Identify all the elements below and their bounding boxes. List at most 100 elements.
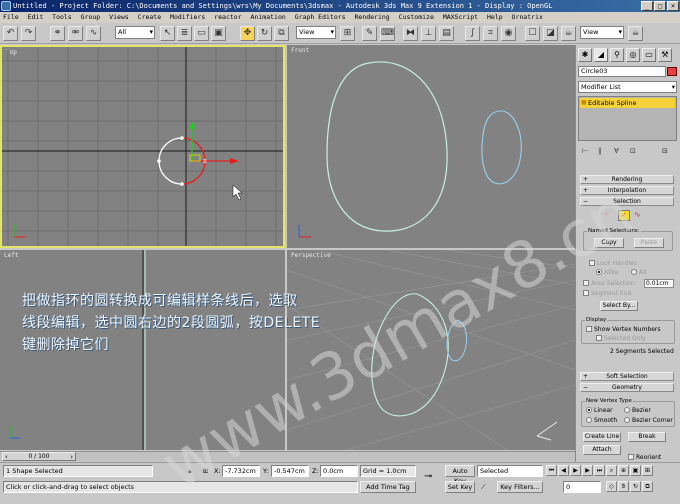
viewport-top[interactable]: Top [0, 45, 285, 248]
render-frame-icon[interactable]: ◪ [543, 26, 558, 41]
alike-radio[interactable]: Alike [596, 269, 618, 276]
reorient-checkbox[interactable]: Reorient [628, 454, 661, 461]
time-slider[interactable]: ‹ 0 / 100 › [0, 451, 575, 461]
motion-tab-icon[interactable]: ◎ [626, 48, 640, 62]
key-icon[interactable]: ⊸ [424, 471, 432, 483]
next-frame-icon[interactable]: › [70, 453, 73, 462]
render-type-dropdown[interactable]: View [580, 26, 624, 39]
absolute-mode-icon[interactable]: ⊞ [203, 465, 208, 477]
mirror-icon[interactable]: ⧓ [403, 26, 418, 41]
create-line-button[interactable]: Create Line [583, 432, 621, 442]
stack-item-editable-spline[interactable]: Editable Spline [580, 98, 675, 108]
object-name-field[interactable]: Circle03 [578, 66, 666, 77]
selected-only-checkbox[interactable]: Selected Only [596, 335, 646, 342]
menu-ornatrix[interactable]: Ornatrix [512, 13, 543, 21]
bezier-corner-radio[interactable]: Bezier Corner [624, 417, 673, 424]
menu-create[interactable]: Create [138, 13, 161, 21]
menu-graph-editors[interactable]: Graph Editors [295, 13, 346, 21]
minimize-button[interactable]: _ [641, 1, 653, 11]
bezier-radio[interactable]: Bezier [624, 407, 651, 414]
select-link-icon[interactable]: ⚭ [50, 26, 65, 41]
time-slider-thumb[interactable]: ‹ 0 / 100 › [2, 452, 76, 461]
menu-reactor[interactable]: reactor [214, 13, 241, 21]
pan-icon[interactable]: ✋︎ [618, 481, 629, 492]
pin-stack-icon[interactable]: ⊢ [582, 147, 588, 155]
x-coordinate-field[interactable]: -7.732cm [222, 465, 260, 477]
add-time-tag-button[interactable]: Add Time Tag [360, 481, 416, 493]
zoom-extents-all-icon[interactable]: ⊞ [642, 465, 653, 476]
select-object-icon[interactable]: ↖ [160, 26, 175, 41]
window-crossing-icon[interactable]: ▣ [211, 26, 226, 41]
select-by-name-icon[interactable]: ≣ [177, 26, 192, 41]
menu-maxscript[interactable]: MAXScript [443, 13, 478, 21]
menu-group[interactable]: Group [81, 13, 101, 21]
attach-button[interactable]: Attach [583, 445, 621, 455]
copy-button[interactable]: Copy [594, 238, 624, 248]
rollout-rendering[interactable]: Rendering [580, 175, 674, 184]
show-vertex-numbers-checkbox[interactable]: Show Vertex Numbers [586, 326, 661, 333]
rollout-interpolation[interactable]: Interpolation [580, 186, 674, 195]
material-editor-icon[interactable]: ◉ [501, 26, 516, 41]
menu-file[interactable]: File [3, 13, 19, 21]
next-frame-icon[interactable]: ▶ [582, 465, 593, 476]
go-to-start-icon[interactable]: ⏮ [546, 465, 557, 476]
menu-rendering[interactable]: Rendering [355, 13, 390, 21]
z-coordinate-field[interactable]: 0.0cm [320, 465, 358, 477]
spline-level-icon[interactable]: ∿ [634, 210, 641, 219]
select-rotate-icon[interactable]: ↻ [257, 26, 272, 41]
menu-edit[interactable]: Edit [28, 13, 44, 21]
utilities-tab-icon[interactable]: ⚒ [658, 48, 672, 62]
go-to-end-icon[interactable]: ⏭ [594, 465, 605, 476]
zoom-all-icon[interactable]: ⊕ [618, 465, 629, 476]
all-radio[interactable]: All [631, 269, 646, 276]
undo-icon[interactable]: ↶ [3, 26, 18, 41]
arc-rotate-icon[interactable]: ↻ [630, 481, 641, 492]
layer-manager-icon[interactable]: ▤ [439, 26, 454, 41]
display-tab-icon[interactable]: ▭ [642, 48, 656, 62]
unlink-icon[interactable]: ⚮ [68, 26, 83, 41]
object-color-swatch[interactable] [667, 67, 677, 76]
remove-modifier-icon[interactable]: ⊡ [630, 147, 636, 155]
menu-animation[interactable]: Animation [251, 13, 286, 21]
key-filters-button[interactable]: Key Filters... [497, 481, 543, 493]
redo-icon[interactable]: ↷ [21, 26, 36, 41]
select-manipulate-icon[interactable]: ✎ [362, 26, 377, 41]
segment-end-checkbox[interactable]: Segment End [583, 290, 631, 297]
menu-modifiers[interactable]: Modifiers [170, 13, 205, 21]
paste-button[interactable]: Paste [634, 238, 664, 248]
default-in-out-tangent-icon[interactable]: ⟋ [481, 481, 486, 493]
close-button[interactable]: × [667, 1, 679, 11]
rectangular-selection-icon[interactable]: ▭ [194, 26, 209, 41]
curve-editor-icon[interactable]: ∫ [465, 26, 480, 41]
maximize-viewport-icon[interactable]: ⧉ [642, 481, 653, 492]
auto-key-button[interactable]: Auto Key [445, 465, 475, 485]
modify-tab-icon[interactable]: ◢ [594, 48, 608, 62]
persp-shape-small[interactable] [446, 319, 468, 362]
select-by-button[interactable]: Select By... [600, 301, 638, 311]
menu-views[interactable]: Views [109, 13, 129, 21]
rollout-selection[interactable]: Selection [580, 197, 674, 206]
previous-frame-icon[interactable]: ◀ [558, 465, 569, 476]
modifier-list-dropdown[interactable]: Modifier List [578, 81, 677, 93]
rollout-soft-selection[interactable]: Soft Selection [580, 372, 674, 381]
y-coordinate-field[interactable]: -0.547cm [271, 465, 309, 477]
front-shape-small[interactable] [481, 110, 522, 185]
app-icon[interactable] [1, 1, 11, 11]
break-button[interactable]: Break [628, 432, 666, 442]
render-setup-icon[interactable]: ☐ [525, 26, 540, 41]
set-key-button[interactable]: Set Key [445, 481, 475, 493]
select-move-icon[interactable]: ✥ [240, 26, 255, 41]
menu-help[interactable]: Help [487, 13, 503, 21]
selection-filter-dropdown[interactable]: All [115, 26, 155, 39]
field-of-view-icon[interactable]: ◇ [606, 481, 617, 492]
zoom-extents-icon[interactable]: ▣ [630, 465, 641, 476]
render-production-icon[interactable]: ☕ [628, 26, 643, 41]
viewport-front[interactable]: Front [287, 45, 575, 248]
quick-render-icon[interactable]: ☕ [561, 26, 576, 41]
prev-frame-icon[interactable]: ‹ [5, 453, 8, 462]
vertex-level-icon[interactable]: ⁖ [604, 210, 608, 218]
front-shape-large[interactable] [326, 61, 448, 232]
configure-modifier-sets-icon[interactable]: ⊟ [662, 147, 668, 155]
current-frame-field[interactable]: 0 [563, 481, 601, 493]
maximize-button[interactable]: □ [654, 1, 666, 11]
